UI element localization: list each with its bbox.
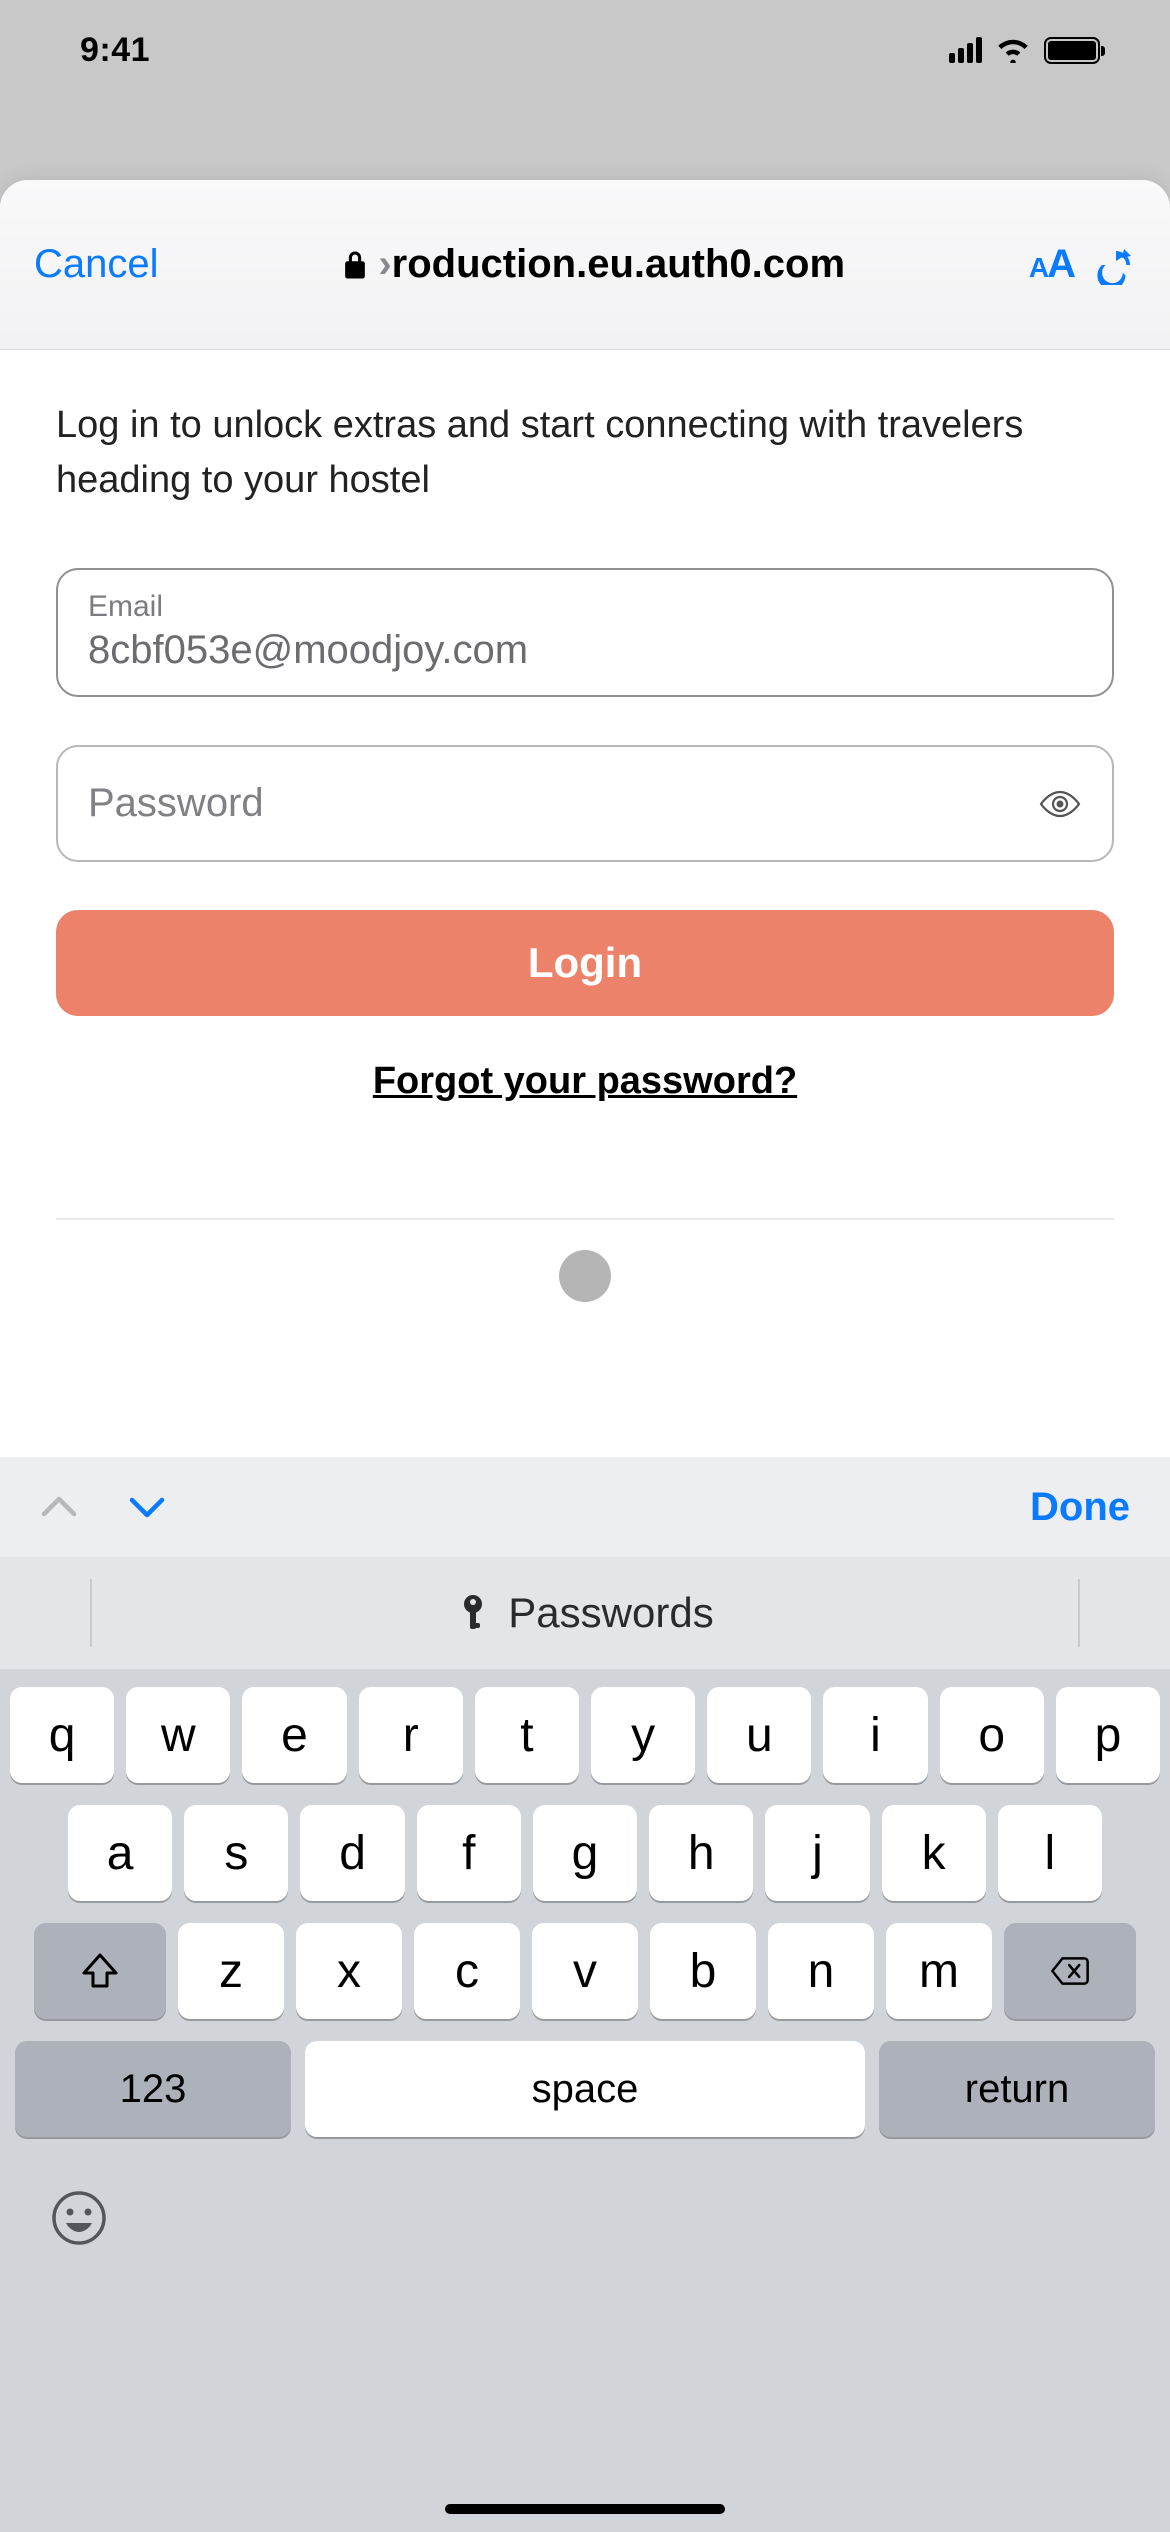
key-u[interactable]: u xyxy=(707,1687,811,1783)
home-indicator[interactable] xyxy=(445,2504,725,2514)
autofill-suggestion[interactable]: Passwords xyxy=(0,1557,1170,1669)
autofill-label: Passwords xyxy=(508,1589,713,1637)
touch-indicator xyxy=(559,1250,611,1302)
email-label: Email xyxy=(88,590,1082,624)
keyboard-rows: qwertyuiop asdfghjkl zxcvbnm 123 space r… xyxy=(0,1669,1170,2137)
status-icons xyxy=(949,37,1100,64)
key-c[interactable]: c xyxy=(414,1923,520,2019)
show-password-icon[interactable] xyxy=(1038,789,1082,819)
key-g[interactable]: g xyxy=(533,1805,637,1901)
key-l[interactable]: l xyxy=(998,1805,1102,1901)
status-time: 9:41 xyxy=(80,31,150,70)
key-v[interactable]: v xyxy=(532,1923,638,2019)
password-field-container[interactable]: Password xyxy=(56,745,1114,862)
keyboard-accessory: Done xyxy=(0,1457,1170,1557)
key-n[interactable]: n xyxy=(768,1923,874,2019)
status-bar: 9:41 xyxy=(0,0,1170,100)
key-r[interactable]: r xyxy=(359,1687,463,1783)
prev-field-button xyxy=(40,1488,78,1526)
url-truncation-indicator: › xyxy=(378,242,391,287)
forgot-password-link[interactable]: Forgot your password? xyxy=(56,1060,1114,1103)
key-j[interactable]: j xyxy=(765,1805,869,1901)
text-size-button[interactable]: AA xyxy=(1029,242,1076,287)
key-q[interactable]: q xyxy=(10,1687,114,1783)
battery-icon xyxy=(1044,37,1100,64)
key-e[interactable]: e xyxy=(242,1687,346,1783)
key-h[interactable]: h xyxy=(649,1805,753,1901)
key-o[interactable]: o xyxy=(940,1687,1044,1783)
next-field-button[interactable] xyxy=(128,1488,166,1526)
key-p[interactable]: p xyxy=(1056,1687,1160,1783)
key-z[interactable]: z xyxy=(178,1923,284,2019)
space-key[interactable]: space xyxy=(305,2041,865,2137)
numbers-key[interactable]: 123 xyxy=(15,2041,291,2137)
keyboard: Done Passwords qwertyuiop asdfghjkl zxcv… xyxy=(0,1457,1170,2532)
key-d[interactable]: d xyxy=(300,1805,404,1901)
key-y[interactable]: y xyxy=(591,1687,695,1783)
cellular-icon xyxy=(949,37,982,63)
cancel-button[interactable]: Cancel xyxy=(34,242,159,287)
key-icon xyxy=(456,1593,490,1633)
lock-icon xyxy=(342,249,368,281)
wifi-icon xyxy=(996,37,1030,63)
tagline: Log in to unlock extras and start connec… xyxy=(56,398,1114,508)
email-input[interactable] xyxy=(88,628,1082,673)
email-field-container[interactable]: Email xyxy=(56,568,1114,697)
password-label: Password xyxy=(88,781,264,826)
login-button[interactable]: Login xyxy=(56,910,1114,1016)
key-k[interactable]: k xyxy=(882,1805,986,1901)
key-w[interactable]: w xyxy=(126,1687,230,1783)
key-i[interactable]: i xyxy=(823,1687,927,1783)
divider xyxy=(56,1218,1114,1220)
address-bar[interactable]: › roduction.eu.auth0.com xyxy=(179,242,1009,287)
return-key[interactable]: return xyxy=(879,2041,1155,2137)
browser-nav: Cancel › roduction.eu.auth0.com AA xyxy=(0,180,1170,350)
key-x[interactable]: x xyxy=(296,1923,402,2019)
key-b[interactable]: b xyxy=(650,1923,756,2019)
shift-key[interactable] xyxy=(34,1923,166,2019)
key-a[interactable]: a xyxy=(68,1805,172,1901)
key-f[interactable]: f xyxy=(417,1805,521,1901)
emoji-key[interactable] xyxy=(50,2189,108,2247)
keyboard-done-button[interactable]: Done xyxy=(1030,1485,1130,1530)
key-s[interactable]: s xyxy=(184,1805,288,1901)
url-text: roduction.eu.auth0.com xyxy=(392,242,845,287)
reload-button[interactable] xyxy=(1096,245,1136,285)
key-m[interactable]: m xyxy=(886,1923,992,2019)
browser-sheet: Cancel › roduction.eu.auth0.com AA Log i… xyxy=(0,180,1170,2532)
backspace-key[interactable] xyxy=(1004,1923,1136,2019)
key-t[interactable]: t xyxy=(475,1687,579,1783)
